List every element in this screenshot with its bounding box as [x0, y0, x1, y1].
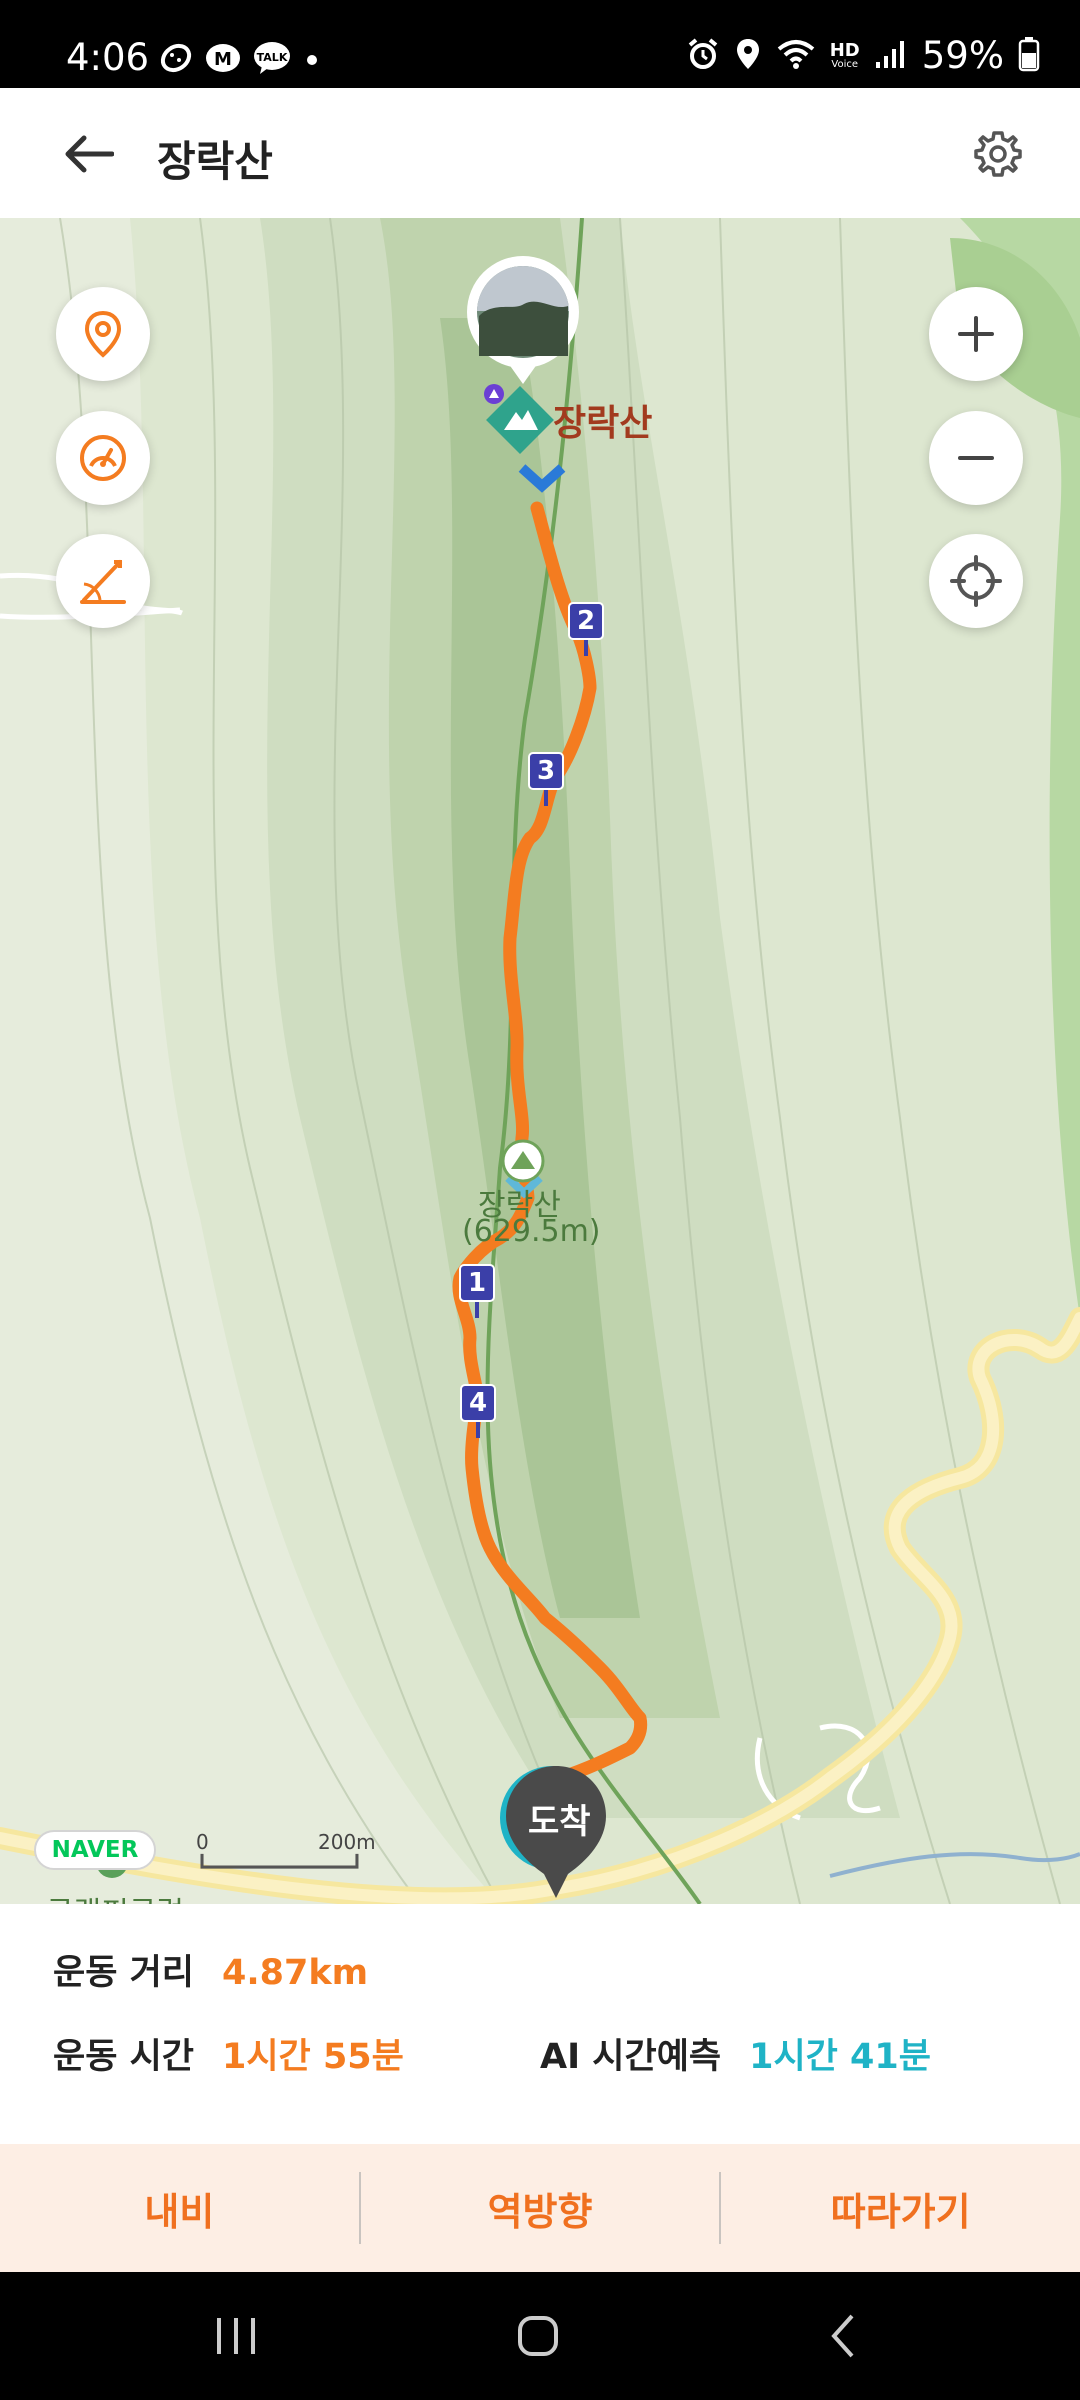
signal-icon — [874, 38, 908, 74]
zoom-out-button[interactable] — [929, 411, 1023, 505]
distance-label: 운동 거리 — [53, 1953, 194, 1993]
naver-logo: NAVER — [34, 1830, 156, 1870]
back-chevron-icon — [831, 2314, 854, 2358]
dot-icon — [302, 40, 322, 80]
time-row: 운동 시간 1시간 55분 — [53, 2028, 404, 2079]
checkpoint-number: 4 — [460, 1384, 496, 1422]
zoom-out-icon — [958, 456, 994, 460]
app-header: 장락산 — [0, 88, 1080, 218]
voice-label: Voice — [831, 58, 859, 70]
status-time: 4:06 — [66, 36, 150, 79]
back-nav-button[interactable] — [814, 2306, 874, 2366]
time-label: 운동 시간 — [53, 2037, 194, 2077]
gps-target-button[interactable] — [929, 534, 1023, 628]
summit-photo-marker[interactable] — [464, 256, 582, 386]
mountain-marker-icon — [484, 384, 554, 454]
hd-voice-icon: HD Voice — [829, 39, 860, 70]
location-icon — [734, 37, 762, 75]
checkpoint-marker[interactable]: 3 — [528, 752, 564, 808]
m-icon: M — [204, 41, 242, 79]
hd-label: HD — [829, 39, 860, 61]
talk-icon: TALK — [252, 40, 292, 80]
settings-button[interactable] — [968, 124, 1028, 184]
action-bar: 내비 역방향 따라가기 — [0, 2144, 1080, 2272]
zoom-in-button[interactable] — [929, 287, 1023, 381]
ai-prediction-row: AI 시간예측 1시간 41분 — [540, 2028, 931, 2079]
speedometer-button[interactable] — [56, 411, 150, 505]
svg-text:M: M — [214, 49, 232, 70]
page-title: 장락산 — [157, 137, 273, 186]
checkpoint-number: 3 — [528, 752, 564, 790]
slope-button[interactable] — [56, 534, 150, 628]
slope-icon — [80, 560, 126, 604]
map-canvas — [0, 218, 1080, 1904]
speedometer-icon — [80, 435, 126, 481]
battery-icon — [1018, 36, 1040, 76]
wifi-icon — [776, 37, 816, 75]
summit-marker-label: 장락산 — [553, 403, 653, 444]
recent-apps-icon — [217, 2318, 255, 2354]
scale-bar — [200, 1853, 359, 1869]
zoom-in-icon — [958, 316, 994, 352]
time-value: 1시간 55분 — [222, 2037, 404, 2077]
location-pin-icon — [84, 310, 122, 358]
reverse-button[interactable]: 역방향 — [361, 2144, 720, 2272]
location-pin-button[interactable] — [56, 287, 150, 381]
battery-percent: 59% — [921, 34, 1004, 77]
map-view[interactable]: 장락산 (629.5m) 장락산 2 3 1 4 도착 NAVER 0 200m — [0, 218, 1080, 1904]
follow-button[interactable]: 따라가기 — [721, 2144, 1080, 2272]
gear-icon — [974, 131, 1022, 177]
pedometer-icon — [158, 40, 194, 80]
recent-apps-button[interactable] — [206, 2306, 266, 2366]
system-icons: HD Voice 59% — [686, 34, 1040, 77]
checkpoint-marker[interactable]: 2 — [568, 602, 604, 658]
route-info-card: 운동 거리 4.87km 운동 시간 1시간 55분 AI 시간예측 1시간 4… — [0, 1904, 1080, 2144]
distance-value: 4.87km — [222, 1953, 369, 1993]
checkpoint-marker[interactable]: 1 — [459, 1264, 495, 1320]
alarm-icon — [686, 37, 720, 75]
distance-row: 운동 거리 4.87km — [53, 1944, 368, 1995]
checkpoint-marker[interactable]: 4 — [460, 1384, 496, 1440]
system-nav-bar — [0, 2272, 1080, 2400]
status-bar: 4:06 M TALK HD Voice 59% — [0, 0, 1080, 88]
home-icon — [518, 2316, 558, 2356]
gps-target-icon — [950, 555, 1002, 607]
ai-prediction-label: AI 시간예측 — [540, 2037, 722, 2077]
peak-elevation-label: (629.5m) — [462, 1214, 601, 1249]
checkpoint-number: 2 — [568, 602, 604, 640]
back-arrow-icon — [65, 135, 114, 173]
ai-prediction-value: 1시간 41분 — [749, 2037, 931, 2077]
notification-icons: M TALK — [158, 40, 322, 80]
nav-button[interactable]: 내비 — [0, 2144, 359, 2272]
checkpoint-number: 1 — [459, 1264, 495, 1302]
place-label: 글램핑클럽 — [46, 1888, 184, 1904]
arrival-label: 도착 — [528, 1802, 591, 1842]
back-button[interactable] — [58, 124, 118, 184]
talk-label: TALK — [257, 51, 288, 64]
home-button[interactable] — [508, 2306, 568, 2366]
peak-poi-icon — [501, 1139, 545, 1183]
arrival-marker[interactable]: 도착 — [498, 1762, 610, 1904]
